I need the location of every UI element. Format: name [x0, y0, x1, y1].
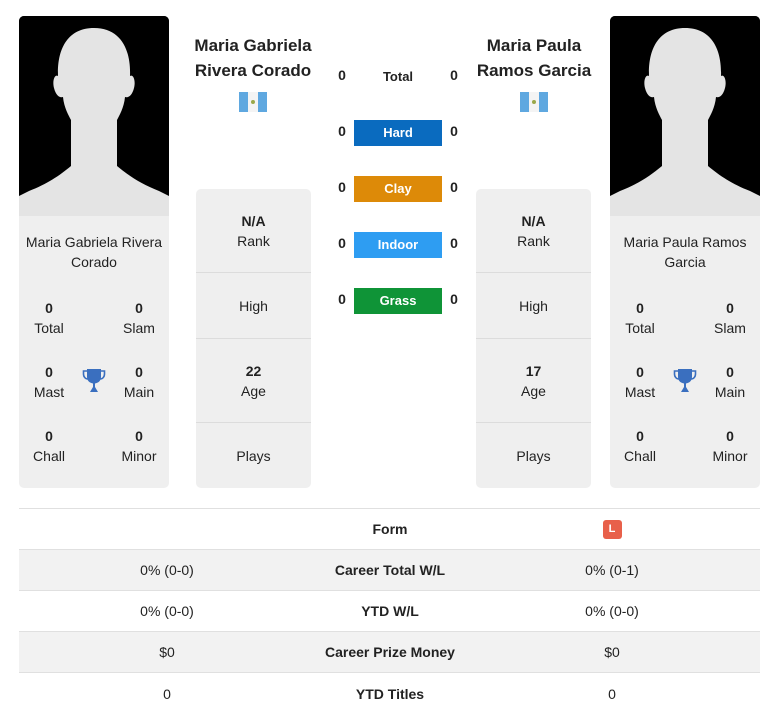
player2-main-titles: 0 Main	[714, 364, 746, 400]
h2h-indoor-p1: 0	[338, 235, 346, 251]
table-row-prize-money: $0 Career Prize Money $0	[19, 632, 760, 673]
row-label: Career Prize Money	[325, 644, 455, 660]
p1-value: 0% (0-0)	[140, 603, 194, 619]
h2h-clay-p1: 0	[338, 179, 346, 195]
row-label: Form	[372, 521, 408, 537]
h2h-hard-p2: 0	[450, 123, 458, 139]
p1-value: 0	[163, 685, 171, 702]
player1-slam-titles: 0 Slam	[123, 300, 155, 336]
h2h-total-p2: 0	[450, 67, 458, 83]
row-label: YTD Titles	[355, 685, 425, 702]
player2-minor-titles: 0 Minor	[712, 428, 748, 464]
player2-chall-titles: 0 Chall	[624, 428, 656, 464]
player2-age: 17 Age	[476, 339, 591, 423]
player2-card: Maria Paula Ramos Garcia 0 Total 0 Slam …	[610, 16, 760, 488]
player2-total-titles: 0 Total	[625, 300, 655, 336]
player1-chall-titles: 0 Chall	[33, 428, 65, 464]
player1-high: High	[196, 273, 311, 339]
row-label: YTD W/L	[361, 603, 419, 619]
h2h-grass-p2: 0	[450, 291, 458, 307]
player1-main-titles: 0 Main	[123, 364, 155, 400]
player1-mast-titles: 0 Mast	[33, 364, 65, 400]
player1-card: Maria Gabriela Rivera Corado 0 Total 0 S…	[19, 16, 169, 488]
avatar-silhouette-icon	[19, 16, 169, 216]
loss-badge[interactable]: L	[602, 520, 622, 539]
p2-value: 0% (0-1)	[585, 562, 639, 578]
p2-value: 0% (0-0)	[585, 603, 639, 619]
player1-minor-titles: 0 Minor	[121, 428, 157, 464]
h2h-total-p1: 0	[338, 67, 346, 83]
avatar-silhouette-icon	[610, 16, 760, 216]
p2-value: 0	[608, 685, 616, 702]
guatemala-flag-icon	[520, 92, 548, 112]
table-row-ytd-titles: 0 YTD Titles 0	[19, 673, 760, 714]
comparison-table: Form L 0% (0-0) Career Total W/L 0% (0-1…	[19, 508, 760, 714]
surface-clay-badge[interactable]: Clay	[354, 176, 442, 202]
player2-info-box: N/A Rank High 17 Age Plays	[476, 189, 591, 488]
player1-total-titles: 0 Total	[34, 300, 64, 336]
player1-age: 22 Age	[196, 339, 311, 423]
p1-value: 0% (0-0)	[140, 562, 194, 578]
player2-card-name: Maria Paula Ramos Garcia	[623, 234, 747, 270]
table-row-career-wl: 0% (0-0) Career Total W/L 0% (0-1)	[19, 550, 760, 591]
player2-slam-titles: 0 Slam	[714, 300, 746, 336]
h2h-clay-p2: 0	[450, 179, 458, 195]
player1-plays: Plays	[236, 448, 271, 464]
table-row-form: Form L	[19, 509, 760, 550]
p1-value: $0	[159, 644, 175, 660]
player2-name-link[interactable]: Maria Paula Ramos Garcia	[464, 33, 604, 83]
player2-photo[interactable]	[610, 16, 760, 216]
guatemala-flag-icon	[239, 92, 267, 112]
surface-hard-badge[interactable]: Hard	[354, 120, 442, 146]
player1-card-name: Maria Gabriela Rivera Corado	[25, 234, 163, 270]
table-row-ytd-wl: 0% (0-0) YTD W/L 0% (0-0)	[19, 591, 760, 632]
player1-rank: N/A Rank	[196, 189, 311, 273]
player2-plays: Plays	[516, 448, 551, 464]
player2-mast-titles: 0 Mast	[624, 364, 656, 400]
h2h-indoor-p2: 0	[450, 235, 458, 251]
h2h-grass-p1: 0	[338, 291, 346, 307]
surface-indoor-badge[interactable]: Indoor	[354, 232, 442, 258]
player1-photo[interactable]	[19, 16, 169, 216]
h2h-hard-p1: 0	[338, 123, 346, 139]
p2-value: $0	[604, 644, 620, 660]
p2-form: L	[465, 519, 759, 539]
trophy-icon	[673, 368, 697, 394]
player1-name-link[interactable]: Maria Gabriela Rivera Corado	[183, 33, 323, 83]
player1-info-box: N/A Rank High 22 Age Plays	[196, 189, 311, 488]
player2-high: High	[476, 273, 591, 339]
surface-grass-badge[interactable]: Grass	[354, 288, 442, 314]
player2-rank: N/A Rank	[476, 189, 591, 273]
h2h-total-label: Total	[382, 69, 414, 84]
row-label: Career Total W/L	[334, 562, 446, 578]
trophy-icon	[82, 368, 106, 394]
